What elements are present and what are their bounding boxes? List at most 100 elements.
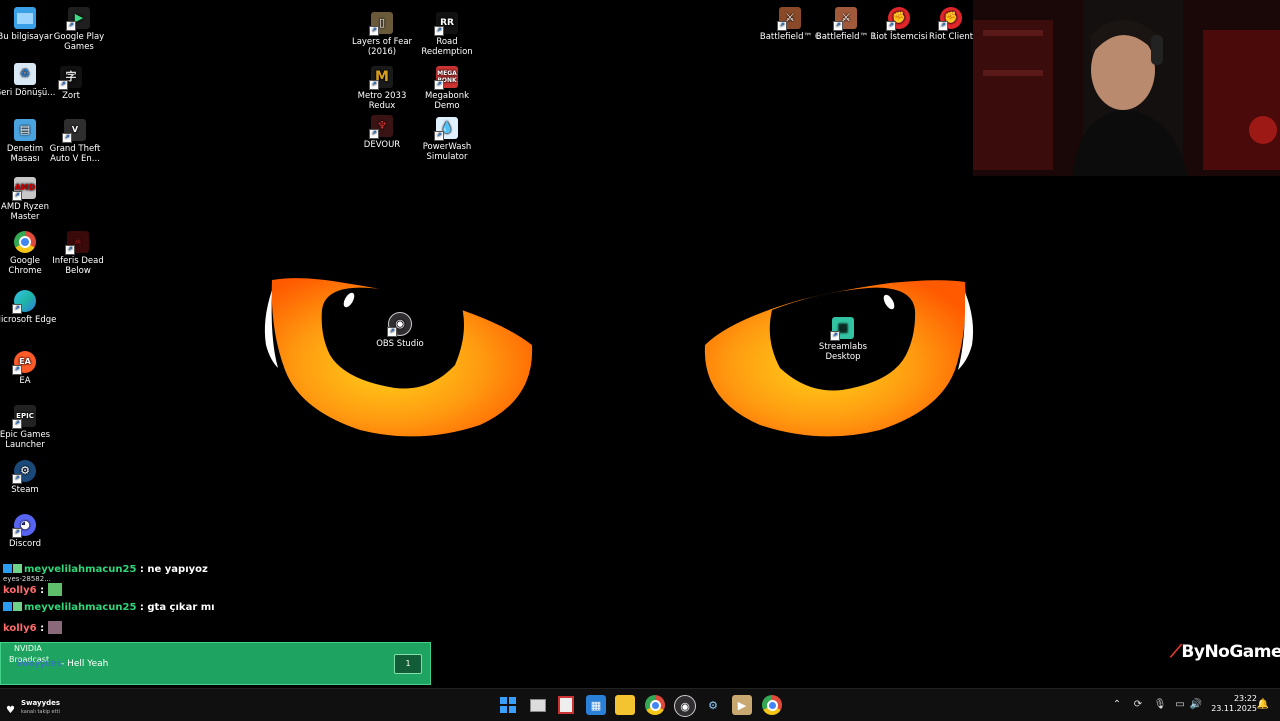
chat-username: kolly6	[3, 585, 37, 596]
metro-icon: M ↗	[369, 66, 393, 90]
desktop-icon-label: Steam	[11, 485, 39, 495]
desktop-icon-label: AMD Ryzen Master	[1, 202, 49, 222]
desktop-icon-label: Metro 2033 Redux	[357, 91, 407, 111]
desktop-icon-metro-2033[interactable]: M ↗ Metro 2033 Redux	[350, 66, 414, 111]
follow-text: kanalı takip etti	[21, 709, 60, 715]
emote-icon	[47, 583, 62, 596]
file-explorer-icon[interactable]	[615, 695, 635, 715]
desktop-icon-battlefield-6[interactable]: ⚔ ↗ Battlefield™ 6	[758, 7, 822, 42]
desktop-icon-epic-games[interactable]: EPIC ↗ Epic Games Launcher	[0, 405, 57, 450]
desktop-icon-label: Inferis Dead Below	[52, 256, 104, 276]
chat-text: ne yapıyoz	[147, 564, 208, 575]
clock[interactable]: 23:22 23.11.2025	[1209, 694, 1257, 714]
taskbar: ▦ ◉ ⚙ ▶ ⌃ ⟳ 🎙 ▭ 🔊 23:22 23.11.2025 🔔	[0, 688, 1280, 721]
obs-icon[interactable]: ◉	[674, 695, 696, 717]
chrome-alt-icon[interactable]	[762, 695, 782, 715]
desktop-icon-gta-v[interactable]: V ↗ Grand Theft Auto V En...	[43, 119, 107, 164]
desktop-icon-label: EA	[19, 376, 31, 386]
desktop-icon-discord[interactable]: ◕ ↗ Discord	[0, 514, 57, 549]
chat-message: meyvelilahmacun25 : ne yapıyoz eyes-2858…	[3, 564, 208, 583]
desktop-icon-megabonk[interactable]: MEGA BONK ↗ Megabonk Demo	[415, 66, 479, 111]
desktop-icon-label: DEVOUR	[363, 140, 401, 150]
notification-user: Swayydes	[16, 659, 62, 669]
webcam-feed	[973, 0, 1280, 176]
desktop-icon-amd-ryzen-master[interactable]: AMD ↗ AMD Ryzen Master	[0, 177, 57, 222]
desktop-icon-zort[interactable]: 字 ↗ Zort	[39, 66, 103, 101]
devour-icon: ♆ ↗	[369, 115, 393, 139]
follow-name: Swayydes	[21, 699, 61, 707]
sync-icon[interactable]: ⟳	[1131, 698, 1145, 712]
task-view-icon[interactable]	[528, 695, 548, 715]
desktop-icon-label: Zort	[62, 91, 80, 101]
clock-time: 23:22	[1233, 694, 1257, 703]
chrome-icon	[14, 231, 36, 253]
notification-count: 1	[405, 659, 411, 668]
stream-alert-notification: NVIDIA Broadcast Swayydes - Hell Yeah 1	[0, 642, 431, 685]
desktop-icon-ea[interactable]: EA ↗ EA	[0, 351, 57, 386]
riot-icon: ✊ ↗	[886, 7, 910, 31]
megabonk-icon: MEGA BONK ↗	[434, 66, 458, 90]
chat-separator: :	[136, 602, 148, 613]
desktop-icon-google-play-games[interactable]: ▶ ↗ Google Play Games	[47, 7, 111, 52]
desktop-icon-obs-studio[interactable]: ◉ ↗ OBS Studio	[368, 312, 432, 349]
edge-icon: ↗	[12, 290, 36, 314]
desktop-icon-layers-of-fear[interactable]: ▯ ↗ Layers of Fear (2016)	[350, 12, 414, 57]
notification-count-badge: 1	[394, 654, 422, 674]
recycle-bin-icon: ♻	[14, 63, 36, 85]
desktop-icon-road-redemption[interactable]: RR ↗ Road Redemption	[415, 12, 479, 57]
inferis-icon: ☠ ↗	[65, 231, 89, 255]
chat-username: meyvelilahmacun25	[24, 602, 137, 613]
display-icon[interactable]: ▭	[1173, 698, 1187, 712]
photos-icon[interactable]: ▦	[586, 695, 606, 715]
epic-icon: EPIC ↗	[12, 405, 36, 429]
desktop-icon-label: Megabonk Demo	[424, 91, 470, 111]
desktop-icon-inferis[interactable]: ☠ ↗ Inferis Dead Below	[46, 231, 110, 276]
gta-icon: V ↗	[62, 119, 86, 143]
streamlabs-icon: ▣ ↗	[830, 317, 854, 341]
flame-icon: ⟋	[1170, 642, 1182, 662]
play-games-icon: ▶ ↗	[66, 7, 90, 31]
chat-username: meyvelilahmacun25	[24, 564, 137, 575]
chrome-icon[interactable]	[645, 695, 665, 715]
webcam-overlay	[973, 0, 1280, 176]
obs-icon: ◉ ↗	[387, 312, 412, 337]
desktop-icon-label: Grand Theft Auto V En...	[49, 144, 101, 164]
microphone-icon[interactable]: 🎙	[1153, 698, 1167, 712]
notification-text: - Hell Yeah	[61, 659, 109, 669]
desktop-icon-label: Google Play Games	[53, 32, 105, 52]
windows-start-icon[interactable]	[498, 695, 518, 715]
desktop-icon-label: Battlefield™ 6	[759, 32, 821, 42]
chat-badge-icon	[13, 564, 22, 573]
chevron-up-icon[interactable]: ⌃	[1110, 698, 1124, 712]
desktop-icon-label: Road Redemption	[421, 37, 473, 57]
chat-separator: :	[36, 585, 48, 596]
chat-message: meyvelilahmacun25 : gta çıkar mı	[3, 602, 215, 613]
zort-icon: 字 ↗	[58, 66, 82, 90]
desktop-icon-powerwash[interactable]: 💧 ↗ PowerWash Simulator	[415, 117, 479, 162]
chat-username: kolly6	[3, 623, 37, 634]
desktop-icon-microsoft-edge[interactable]: ↗ Microsoft Edge	[0, 290, 57, 325]
notification-bell-icon[interactable]: 🔔	[1256, 698, 1270, 712]
chat-text: gta çıkar mı	[147, 602, 215, 613]
media-icon[interactable]: ▶	[732, 695, 752, 715]
monitor-icon	[14, 7, 36, 29]
volume-icon[interactable]: 🔊	[1189, 698, 1203, 712]
powerwash-icon: 💧 ↗	[434, 117, 458, 141]
control-panel-icon: ▤	[14, 119, 36, 141]
ea-icon: EA ↗	[12, 351, 36, 375]
chat-separator: :	[36, 623, 48, 634]
snipping-icon[interactable]	[556, 695, 576, 715]
desktop-icon-label: Streamlabs Desktop	[818, 342, 868, 362]
riot-icon: ✊ ↗	[938, 7, 962, 31]
clock-date: 23.11.2025	[1211, 704, 1257, 713]
chat-badge-icon	[3, 602, 12, 611]
desktop-icon-label: OBS Studio	[376, 339, 424, 349]
watermark-text: ByNoGame	[1181, 642, 1280, 662]
desktop-icon-devour[interactable]: ♆ ↗ DEVOUR	[350, 115, 414, 150]
steam-icon: ⚙ ↗	[12, 460, 36, 484]
desktop-icon-streamlabs[interactable]: ▣ ↗ Streamlabs Desktop	[811, 317, 875, 362]
desktop-icon-steam[interactable]: ⚙ ↗ Steam	[0, 460, 57, 495]
notification-app: NVIDIA	[14, 644, 42, 653]
steam-icon[interactable]: ⚙	[703, 695, 723, 715]
chat-subtext: eyes-28582...	[3, 575, 51, 583]
